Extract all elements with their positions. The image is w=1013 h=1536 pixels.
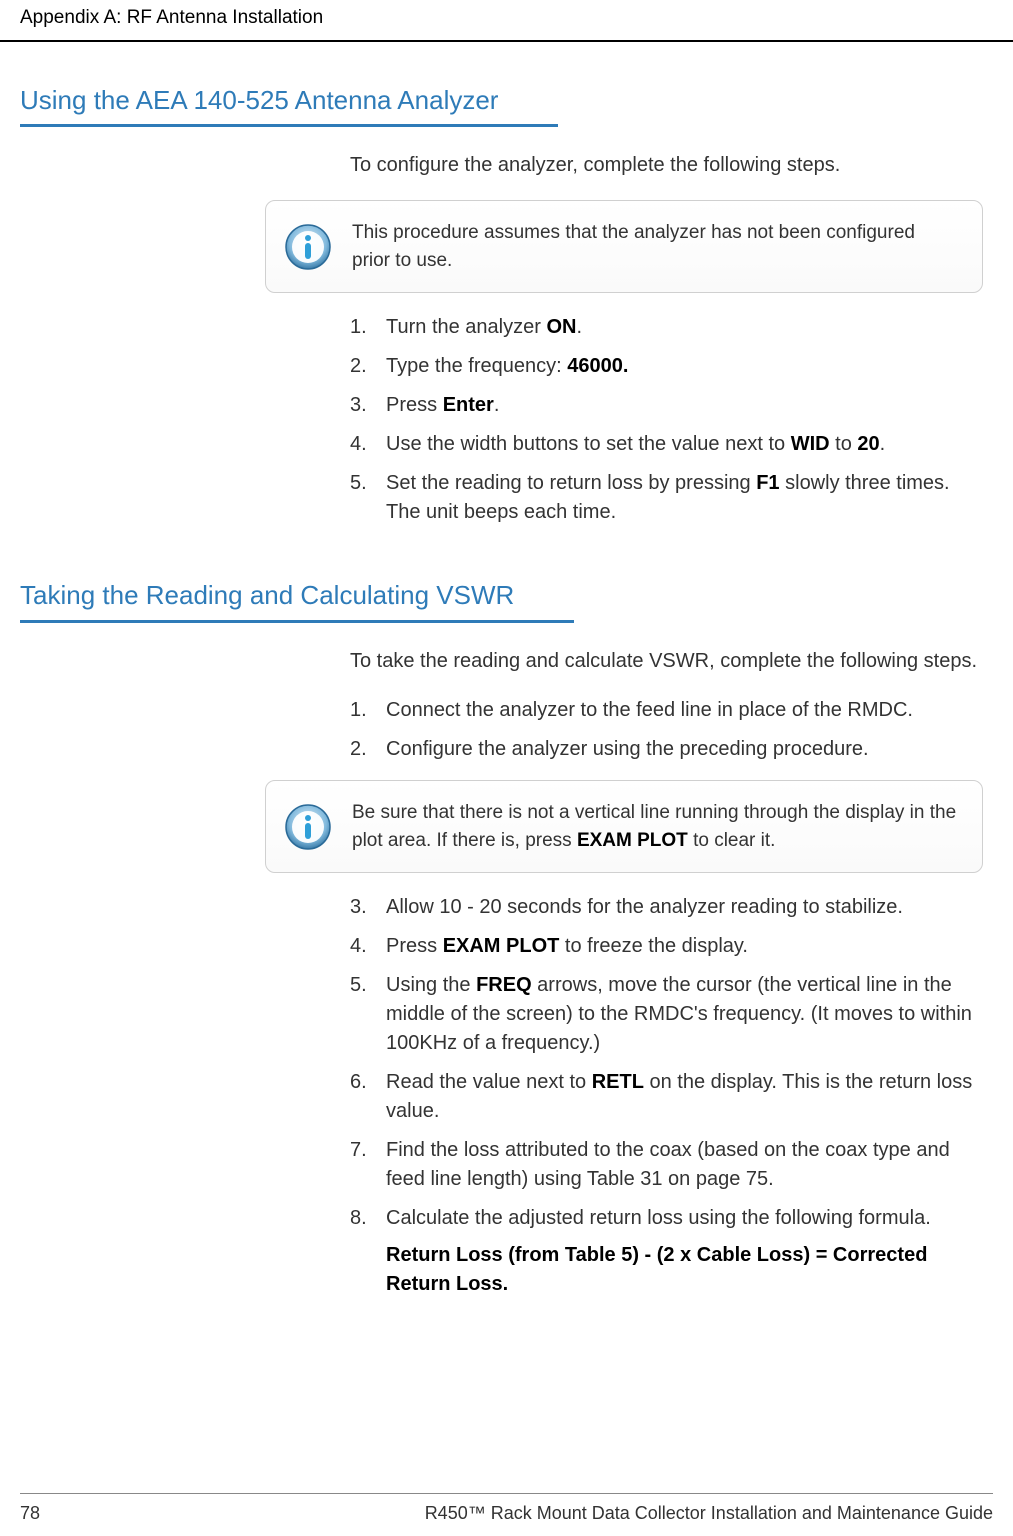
emphasis: RETL [592, 1071, 644, 1093]
intro-text: To configure the analyzer, complete the … [350, 151, 983, 180]
step-item: Set the reading to return loss by pressi… [350, 469, 983, 527]
page-footer: 78 R450™ Rack Mount Data Collector Insta… [20, 1493, 993, 1526]
step-text: Press [386, 394, 443, 416]
step-text: Use the width buttons to set the value n… [386, 433, 791, 455]
step-item: Calculate the adjusted return loss using… [350, 1204, 983, 1299]
emphasis: ON [546, 316, 576, 338]
step-text: Press [386, 935, 443, 957]
step-item: Connect the analyzer to the feed line in… [350, 696, 983, 725]
formula: Return Loss (from Table 5) - (2 x Cable … [386, 1241, 983, 1299]
step-item: Press EXAM PLOT to freeze the display. [350, 932, 983, 961]
trademark: ™ [468, 1503, 486, 1523]
step-text: Using the [386, 974, 476, 996]
document-title: R450™ Rack Mount Data Collector Installa… [425, 1500, 993, 1526]
emphasis: EXAM PLOT [577, 830, 688, 851]
step-item: Find the loss attributed to the coax (ba… [350, 1136, 983, 1194]
info-icon [284, 803, 332, 851]
emphasis: FREQ [476, 974, 532, 996]
note-box: Be sure that there is not a vertical lin… [265, 780, 983, 873]
emphasis: 46000. [567, 355, 628, 377]
step-item: Using the FREQ arrows, move the cursor (… [350, 971, 983, 1058]
step-text: . [576, 316, 582, 338]
step-text: Calculate the adjusted return loss using… [386, 1207, 931, 1229]
step-text: to freeze the display. [559, 935, 748, 957]
step-item: Type the frequency: 46000. [350, 352, 983, 381]
step-text: Turn the analyzer [386, 316, 546, 338]
step-item: Use the width buttons to set the value n… [350, 430, 983, 459]
section-heading-vswr: Taking the Reading and Calculating VSWR [20, 577, 574, 623]
step-text: . [880, 433, 886, 455]
title-part: R450 [425, 1503, 468, 1523]
step-text: to [830, 433, 858, 455]
emphasis: Enter [443, 394, 494, 416]
step-item: Configure the analyzer using the precedi… [350, 735, 983, 764]
note-text: Be sure that there is not a vertical lin… [352, 799, 958, 854]
section-heading-analyzer: Using the AEA 140-525 Antenna Analyzer [20, 82, 558, 128]
note-text: This procedure assumes that the analyzer… [352, 219, 958, 274]
step-text: . [494, 394, 500, 416]
content-area: Using the AEA 140-525 Antenna Analyzer T… [0, 42, 1013, 1300]
title-part: Rack Mount Data Collector Installation a… [486, 1503, 993, 1523]
info-icon [284, 223, 332, 271]
note-box: This procedure assumes that the analyzer… [265, 200, 983, 293]
intro-text: To take the reading and calculate VSWR, … [350, 647, 983, 676]
note-span: to clear it. [688, 830, 776, 851]
step-item: Read the value next to RETL on the displ… [350, 1068, 983, 1126]
step-item: Allow 10 - 20 seconds for the analyzer r… [350, 893, 983, 922]
steps-list-2a: Connect the analyzer to the feed line in… [350, 696, 983, 764]
page-header: Appendix A: RF Antenna Installation [0, 0, 1013, 42]
step-text: Type the frequency: [386, 355, 567, 377]
steps-list-2b: Allow 10 - 20 seconds for the analyzer r… [350, 893, 983, 1299]
emphasis: F1 [756, 472, 779, 494]
step-item: Turn the analyzer ON. [350, 313, 983, 342]
emphasis: EXAM PLOT [443, 935, 560, 957]
step-item: Press Enter. [350, 391, 983, 420]
emphasis: 20 [857, 433, 879, 455]
step-text: Read the value next to [386, 1071, 592, 1093]
step-text: Set the reading to return loss by pressi… [386, 472, 756, 494]
emphasis: WID [791, 433, 830, 455]
steps-list-1: Turn the analyzer ON. Type the frequency… [350, 313, 983, 527]
page-number: 78 [20, 1500, 40, 1526]
